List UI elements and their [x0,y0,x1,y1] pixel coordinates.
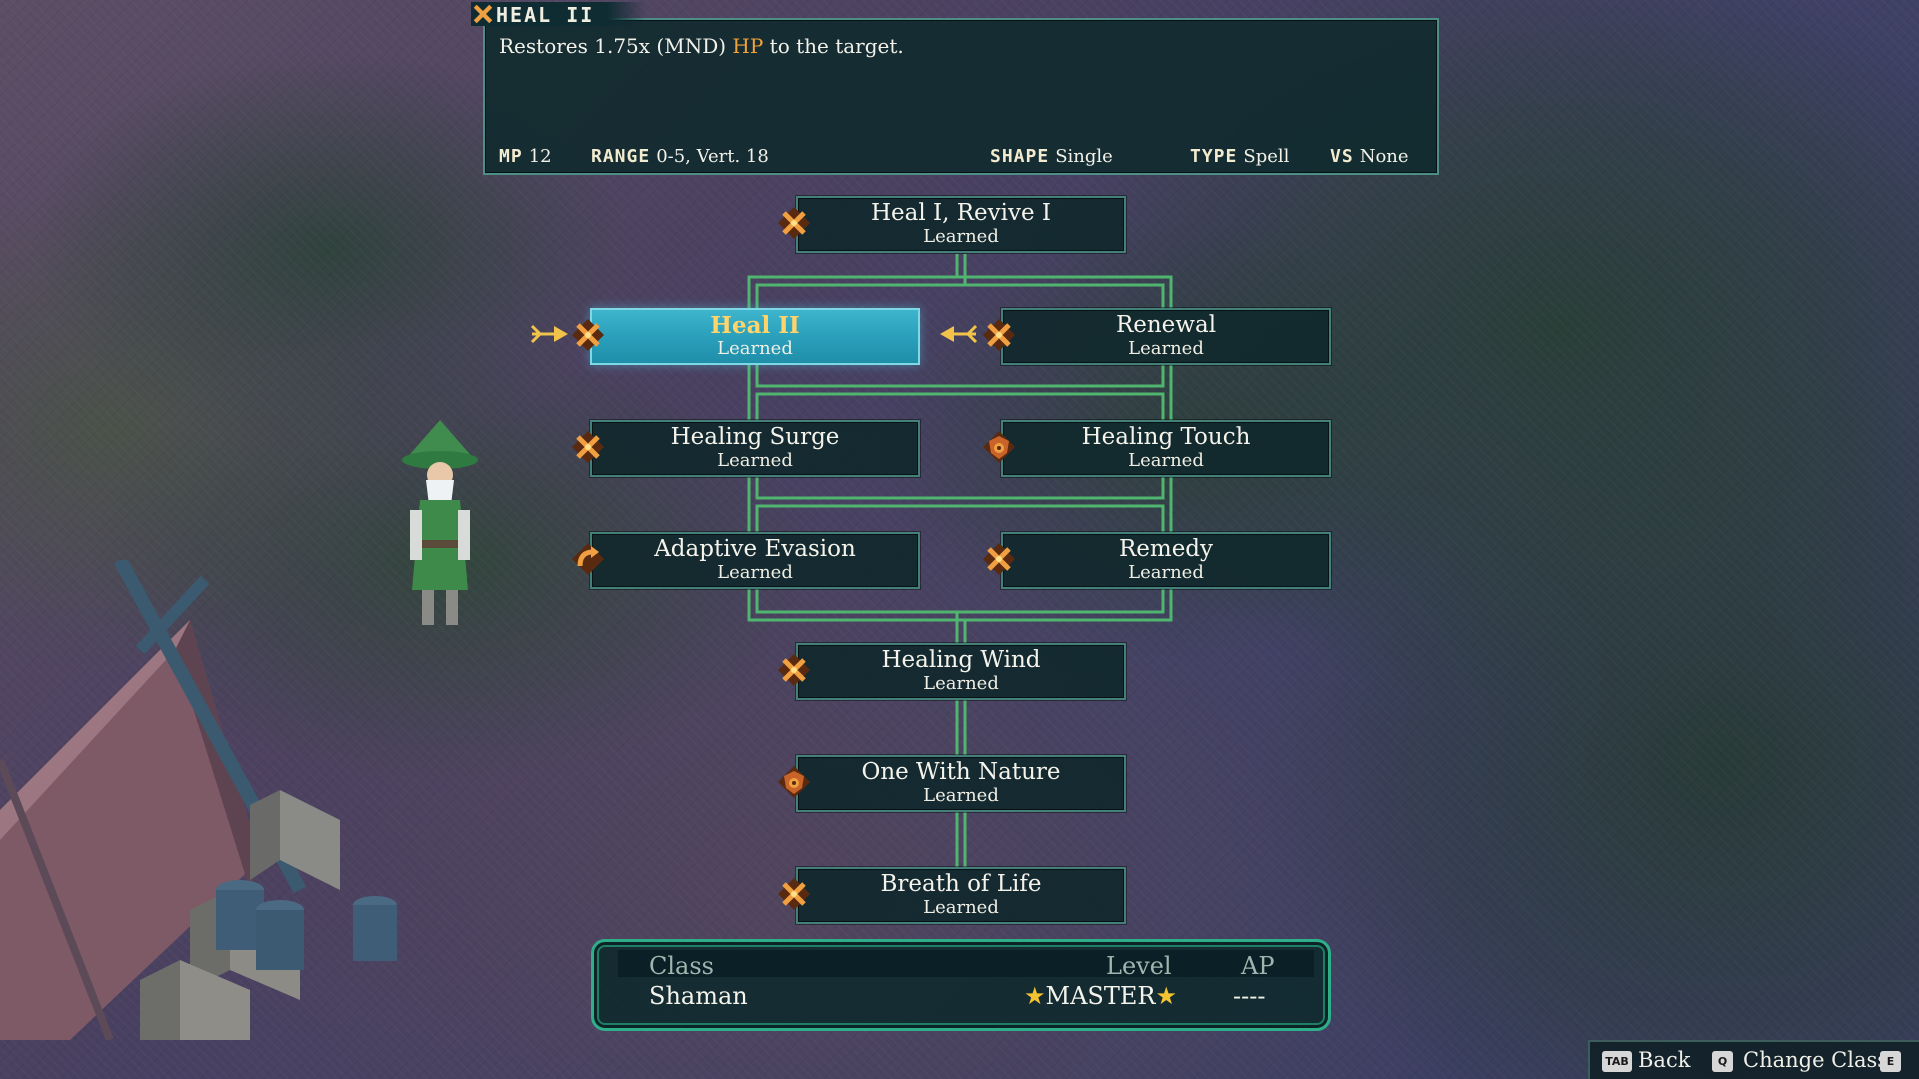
skill-status: Learned [923,673,999,694]
skill-node-heal-ii[interactable]: Heal II Learned [590,308,920,365]
link-arrow-icon [940,324,978,344]
skill-node-healing-wind[interactable]: Healing Wind Learned [796,643,1126,700]
skill-node-breath-of-life[interactable]: Breath of Life Learned [796,867,1126,924]
skill-node-remedy[interactable]: Remedy Learned [1001,532,1331,589]
skill-name: Healing Surge [670,424,840,450]
skill-node-healing-surge[interactable]: Healing Surge Learned [590,420,920,477]
class-name: Shaman [649,982,748,1010]
tab-key-icon: TAB [1602,1051,1632,1072]
crossed-staves-icon [983,543,1015,575]
passive-shield-icon [778,766,810,798]
skill-name: One With Nature [861,759,1061,785]
crossed-staves-icon [778,207,810,239]
skill-node-adaptive-evasion[interactable]: Adaptive Evasion Learned [590,532,920,589]
reaction-arrow-icon [572,543,604,575]
crossed-staves-icon [778,878,810,910]
level-label: Level [1106,952,1172,980]
crossed-staves-icon [778,654,810,686]
star-icon: ★ [1024,982,1046,1010]
class-level: ★MASTER★ [1024,982,1177,1010]
skill-node-healing-touch[interactable]: Healing Touch Learned [1001,420,1331,477]
skill-status: Learned [923,897,999,918]
e-key-icon: E [1880,1051,1901,1072]
passive-shield-icon [983,431,1015,463]
skill-name: Renewal [1115,312,1217,338]
ap-label: AP [1241,952,1275,980]
skill-status: Learned [717,450,793,471]
skill-status: Learned [717,562,793,583]
crossed-staves-icon [572,319,604,351]
crossed-staves-icon [983,319,1015,351]
skill-name: Healing Touch [1081,424,1251,450]
skill-status: Learned [717,338,793,359]
skill-name: Remedy [1118,536,1214,562]
change-class-button[interactable]: Change Class [1743,1048,1888,1072]
skill-status: Learned [1128,450,1204,471]
skill-node-one-with-nature[interactable]: One With Nature Learned [796,755,1126,812]
class-ap: ---- [1233,982,1266,1010]
class-header-bar [618,950,1314,977]
skill-status: Learned [923,785,999,806]
skill-name: Healing Wind [881,647,1041,673]
q-key-icon: Q [1712,1051,1733,1072]
skill-status: Learned [1128,562,1204,583]
footer-controls: TAB Back Q Change Class E [1588,1040,1919,1079]
skill-name: Adaptive Evasion [654,536,856,562]
skill-name: Heal I, Revive I [870,200,1052,226]
skill-status: Learned [923,226,999,247]
skill-status: Learned [1128,338,1204,359]
star-icon: ★ [1155,982,1177,1010]
skill-node-renewal[interactable]: Renewal Learned [1001,308,1331,365]
back-button[interactable]: Back [1638,1048,1690,1072]
class-label: Class [649,952,714,980]
skill-name: Breath of Life [880,871,1042,897]
skill-node-heal-revive[interactable]: Heal I, Revive I Learned [796,196,1126,253]
selection-cursor-icon [530,324,568,344]
skill-name: Heal II [710,312,800,339]
class-panel: Class Level AP Shaman ★MASTER★ ---- [591,939,1331,1031]
crossed-staves-icon [572,431,604,463]
